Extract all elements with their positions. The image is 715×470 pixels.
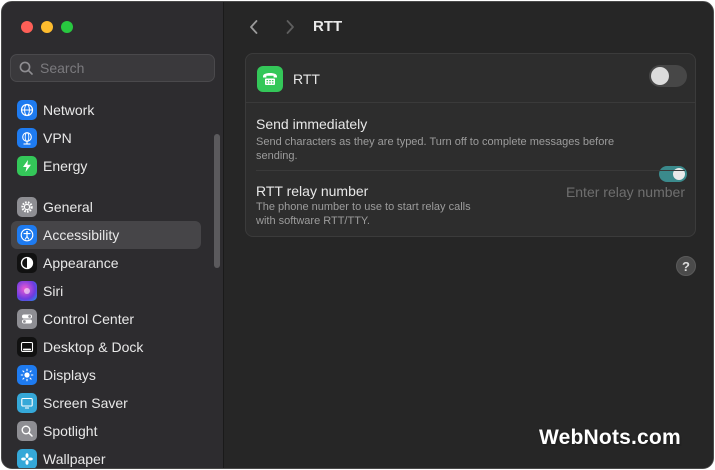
sidebar-item-appearance[interactable]: Appearance [11,249,201,277]
sidebar-item-accessibility[interactable]: Accessibility [11,221,201,249]
main-pane: RTT RTT Send immediately Send characters… [224,2,713,468]
chevron-left-icon [250,20,258,34]
rtt-row: RTT [246,54,695,103]
sidebar-item-spotlight[interactable]: Spotlight [11,417,201,445]
sidebar-separator [11,180,201,193]
flower-icon [17,449,37,468]
relay-number-row: RTT relay number The phone number to use… [246,172,695,238]
sidebar-item-screen-saver[interactable]: Screen Saver [11,389,201,417]
search-box[interactable] [10,54,215,82]
control-center-icon [17,309,37,329]
chevron-right-icon [286,20,294,34]
forward-button[interactable] [279,16,301,38]
sidebar-item-desktop-dock[interactable]: Desktop & Dock [11,333,201,361]
appearance-icon [17,253,37,273]
sidebar-item-label: General [43,199,93,215]
siri-icon [17,281,37,301]
sidebar-item-label: Spotlight [43,423,98,439]
sidebar-nav: Network VPN Energy General Accessibility… [11,96,201,468]
send-immediately-row: Send immediately Send characters as they… [246,104,695,182]
sidebar-item-network[interactable]: Network [11,96,201,124]
window-controls [21,21,73,33]
minimize-window-button[interactable] [41,21,53,33]
sidebar-item-label: Energy [43,158,88,174]
sidebar-item-siri[interactable]: Siri [11,277,201,305]
sidebar-item-wallpaper[interactable]: Wallpaper [11,445,201,468]
accessibility-icon [17,225,37,245]
send-immediately-title: Send immediately [256,116,368,132]
sidebar-item-vpn[interactable]: VPN [11,124,201,152]
sidebar-item-displays[interactable]: Displays [11,361,201,389]
sidebar-item-energy[interactable]: Energy [11,152,201,180]
sidebar-item-label: Displays [43,367,96,383]
sidebar-item-label: Wallpaper [43,451,106,467]
sidebar-item-label: Network [43,102,95,118]
sidebar-item-label: Siri [43,283,64,299]
relay-number-description: The phone number to use to start relay c… [256,201,471,227]
back-button[interactable] [243,16,265,38]
dock-icon [17,337,37,357]
relay-number-field[interactable] [515,182,685,202]
watermark: WebNots.com [539,426,681,449]
sidebar-scrollbar[interactable] [214,134,220,268]
sidebar-item-label: Accessibility [43,227,120,243]
toolbar: RTT [224,2,713,52]
rtt-toggle[interactable] [649,65,687,87]
search-icon [19,61,33,75]
zoom-window-button[interactable] [61,21,73,33]
rtt-label: RTT [293,71,320,87]
tty-phone-icon [257,66,283,92]
sidebar-item-label: Screen Saver [43,395,128,411]
globe-network-icon [17,128,37,148]
globe-icon [17,100,37,120]
magnifier-icon [17,421,37,441]
screen-saver-icon [17,393,37,413]
close-window-button[interactable] [21,21,33,33]
sidebar-item-label: VPN [43,130,72,146]
settings-window: Network VPN Energy General [1,1,714,469]
sidebar-item-label: Desktop & Dock [43,339,144,355]
relay-number-title: RTT relay number [256,183,369,199]
help-button[interactable]: ? [676,256,696,276]
toggle-knob [651,67,669,85]
sidebar-item-label: Appearance [43,255,119,271]
page-title: RTT [313,18,343,35]
settings-card: RTT Send immediately Send characters as … [245,53,696,237]
search-input[interactable] [40,60,200,76]
sidebar-item-control-center[interactable]: Control Center [11,305,201,333]
sun-icon [17,365,37,385]
sidebar-item-general[interactable]: General [11,193,201,221]
send-immediately-description: Send characters as they are typed. Turn … [256,136,615,162]
bolt-icon [17,156,37,176]
gear-icon [17,197,37,217]
sidebar-item-label: Control Center [43,311,135,327]
sidebar: Network VPN Energy General [2,2,224,468]
